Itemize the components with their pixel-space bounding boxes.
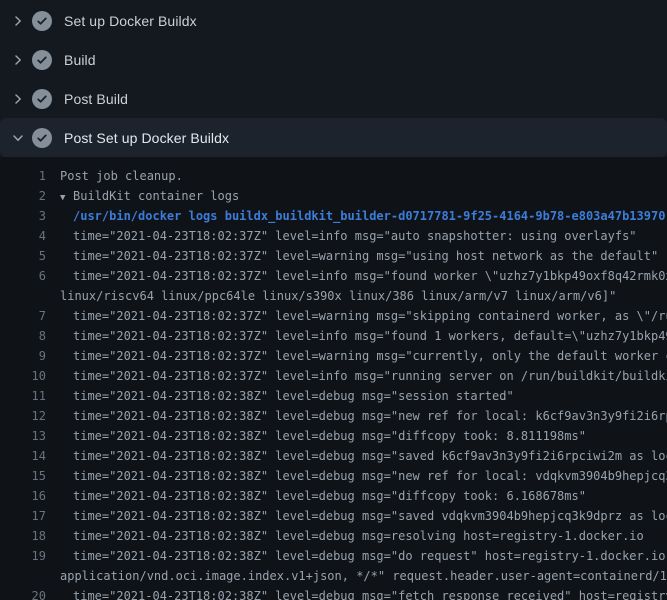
chevron-right-icon[interactable] [12, 54, 24, 66]
log-line-text: Post job cleanup. [60, 166, 667, 186]
line-number[interactable]: 1 [0, 166, 46, 186]
log-line-text: /usr/bin/docker logs buildx_buildkit_bui… [73, 206, 667, 226]
step-row[interactable]: Build [0, 40, 667, 79]
log-line-text: time="2021-04-23T18:02:37Z" level=warnin… [73, 306, 667, 326]
log-line: 6 time="2021-04-23T18:02:37Z" level=info… [0, 266, 667, 286]
log-line: 12 time="2021-04-23T18:02:38Z" level=deb… [0, 406, 667, 426]
step-row[interactable]: Post Build [0, 79, 667, 118]
line-number[interactable] [0, 566, 46, 586]
log-line-text: time="2021-04-23T18:02:38Z" level=debug … [73, 386, 667, 406]
log-line: 15 time="2021-04-23T18:02:38Z" level=deb… [0, 466, 667, 486]
log-line: 14 time="2021-04-23T18:02:38Z" level=deb… [0, 446, 667, 466]
line-number[interactable]: 20 [0, 586, 46, 600]
log-line-text: time="2021-04-23T18:02:38Z" level=debug … [73, 426, 667, 446]
step-label: Post Build [64, 91, 128, 107]
line-number[interactable]: 6 [0, 266, 46, 286]
log-line-text: time="2021-04-23T18:02:38Z" level=debug … [73, 446, 667, 466]
line-number[interactable]: 7 [0, 306, 46, 326]
log-line-text: application/vnd.oci.image.index.v1+json,… [60, 566, 667, 586]
line-number[interactable]: 11 [0, 386, 46, 406]
log-line-text: time="2021-04-23T18:02:37Z" level=info m… [73, 326, 667, 346]
log-line: 20 time="2021-04-23T18:02:38Z" level=deb… [0, 586, 667, 600]
log-line: application/vnd.oci.image.index.v1+json,… [0, 566, 667, 586]
line-number[interactable]: 18 [0, 526, 46, 546]
line-number[interactable]: 14 [0, 446, 46, 466]
log-line-text: linux/riscv64 linux/ppc64le linux/s390x … [60, 286, 667, 306]
chevron-right-icon[interactable] [12, 93, 24, 105]
log-line-text: time="2021-04-23T18:02:37Z" level=warnin… [73, 346, 667, 366]
check-circle-icon [32, 11, 52, 31]
check-circle-icon [32, 128, 52, 148]
step-label: Set up Docker Buildx [64, 13, 197, 29]
line-number[interactable]: 9 [0, 346, 46, 366]
log-line: 4 time="2021-04-23T18:02:37Z" level=info… [0, 226, 667, 246]
chevron-down-icon[interactable] [12, 132, 24, 144]
log-line-text: time="2021-04-23T18:02:38Z" level=debug … [73, 486, 667, 506]
check-circle-icon [32, 89, 52, 109]
log-line: 10 time="2021-04-23T18:02:37Z" level=inf… [0, 366, 667, 386]
line-number[interactable]: 12 [0, 406, 46, 426]
log-line-text: ▼BuildKit container logs [60, 186, 667, 206]
line-number[interactable]: 13 [0, 426, 46, 446]
log-line: linux/riscv64 linux/ppc64le linux/s390x … [0, 286, 667, 306]
line-number[interactable]: 15 [0, 466, 46, 486]
step-label: Build [64, 52, 96, 68]
line-number[interactable]: 5 [0, 246, 46, 266]
log-line: 9 time="2021-04-23T18:02:37Z" level=warn… [0, 346, 667, 366]
chevron-right-icon[interactable] [12, 15, 24, 27]
step-label: Post Set up Docker Buildx [64, 130, 229, 146]
log-line: 1 Post job cleanup. [0, 166, 667, 186]
line-number[interactable]: 17 [0, 506, 46, 526]
log-line: 19 time="2021-04-23T18:02:38Z" level=deb… [0, 546, 667, 566]
workflow-log-panel: Set up Docker Buildx Build P [0, 0, 667, 600]
log-line-text: time="2021-04-23T18:02:38Z" level=debug … [73, 526, 667, 546]
log-line-text: time="2021-04-23T18:02:38Z" level=debug … [73, 506, 667, 526]
log-line-text: time="2021-04-23T18:02:37Z" level=info m… [73, 366, 667, 386]
step-row[interactable]: Set up Docker Buildx [0, 1, 667, 40]
log-line-text: time="2021-04-23T18:02:38Z" level=debug … [73, 466, 667, 486]
log-line-text: time="2021-04-23T18:02:37Z" level=warnin… [73, 246, 667, 266]
log-line: 13 time="2021-04-23T18:02:38Z" level=deb… [0, 426, 667, 446]
step-row[interactable]: Post Set up Docker Buildx [0, 118, 667, 157]
line-number[interactable]: 2 [0, 186, 46, 206]
line-number[interactable]: 4 [0, 226, 46, 246]
log-line-text: time="2021-04-23T18:02:37Z" level=info m… [73, 226, 667, 246]
log-viewer: 1 Post job cleanup. 2 ▼BuildKit containe… [0, 157, 667, 600]
log-line: 5 time="2021-04-23T18:02:37Z" level=warn… [0, 246, 667, 266]
line-number[interactable] [0, 286, 46, 306]
steps-list: Set up Docker Buildx Build P [0, 0, 667, 157]
line-number[interactable]: 10 [0, 366, 46, 386]
line-number[interactable]: 16 [0, 486, 46, 506]
log-line: 17 time="2021-04-23T18:02:38Z" level=deb… [0, 506, 667, 526]
line-number[interactable]: 8 [0, 326, 46, 346]
log-group-header[interactable]: 2 ▼BuildKit container logs [0, 186, 667, 206]
line-number[interactable]: 3 [0, 206, 46, 226]
check-circle-icon [32, 50, 52, 70]
log-line: 11 time="2021-04-23T18:02:38Z" level=deb… [0, 386, 667, 406]
log-line-text: time="2021-04-23T18:02:38Z" level=debug … [73, 546, 667, 566]
log-line-text: time="2021-04-23T18:02:37Z" level=info m… [73, 266, 667, 286]
log-line-text: time="2021-04-23T18:02:38Z" level=debug … [73, 406, 667, 426]
log-line: 8 time="2021-04-23T18:02:37Z" level=info… [0, 326, 667, 346]
log-line: 7 time="2021-04-23T18:02:37Z" level=warn… [0, 306, 667, 326]
log-line-text: time="2021-04-23T18:02:38Z" level=debug … [73, 586, 667, 600]
log-line: 3 /usr/bin/docker logs buildx_buildkit_b… [0, 206, 667, 226]
log-line: 16 time="2021-04-23T18:02:38Z" level=deb… [0, 486, 667, 506]
group-toggle-icon[interactable]: ▼ [60, 188, 73, 206]
line-number[interactable]: 19 [0, 546, 46, 566]
log-line: 18 time="2021-04-23T18:02:38Z" level=deb… [0, 526, 667, 546]
